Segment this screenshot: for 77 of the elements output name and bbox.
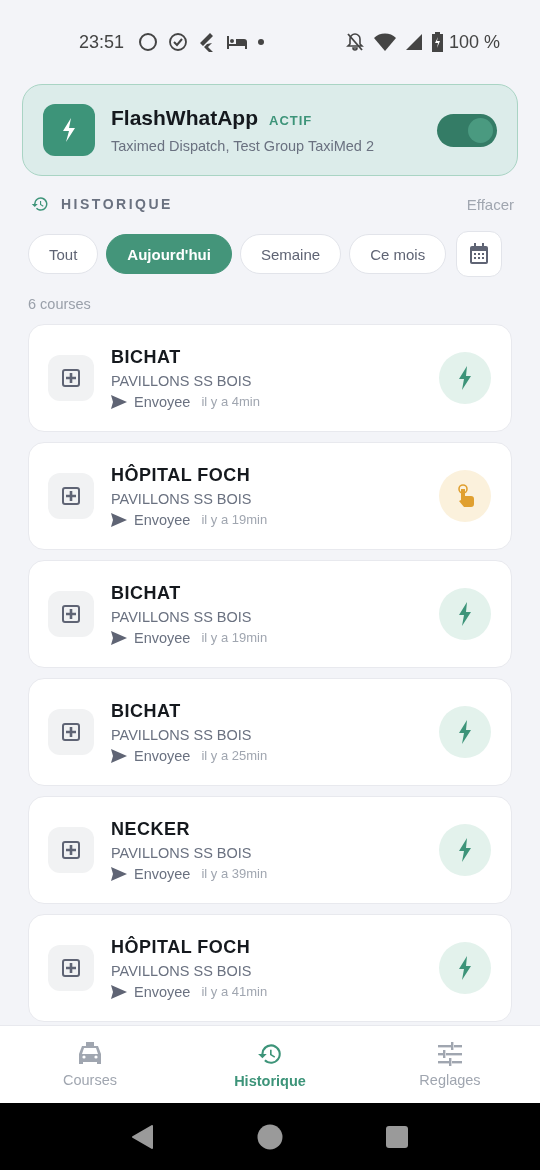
destination: HÔPITAL FOCH [111, 936, 252, 958]
hospital-icon [48, 709, 94, 755]
filter-chip[interactable]: Aujourd'hui [106, 234, 232, 274]
nav-tab[interactable]: Historique [180, 1026, 360, 1103]
check-circle-icon [168, 32, 189, 52]
hospital-icon [48, 827, 94, 873]
bolt-icon [439, 942, 491, 994]
ride-card[interactable]: BICHAT PAVILLONS SS BOIS Envoyee il y a 19min [28, 560, 512, 668]
section-title: HISTORIQUE [61, 196, 173, 212]
origin: PAVILLONS SS BOIS [111, 608, 253, 625]
destination: HÔPITAL FOCH [111, 464, 252, 486]
send-icon [111, 866, 127, 881]
battery-icon [431, 32, 443, 52]
group-list: Taximed Dispatch, Test Group TaxiMed 2 [111, 138, 421, 154]
bolt-icon [439, 588, 491, 640]
wifi-icon [373, 33, 396, 51]
filter-chip[interactable]: Tout [28, 234, 99, 274]
origin: PAVILLONS SS BOIS [111, 372, 253, 389]
ride-status: Envoyee [134, 865, 191, 882]
bed-icon [226, 34, 249, 50]
destination: BICHAT [111, 700, 182, 722]
bolt-icon [439, 352, 491, 404]
origin: PAVILLONS SS BOIS [111, 490, 253, 507]
ride-status: Envoyee [134, 629, 191, 646]
ride-card[interactable]: HÔPITAL FOCH PAVILLONS SS BOIS Envoyee il y a 41min [28, 914, 512, 1022]
ride-time: il y a 41min [201, 984, 268, 999]
dot-icon [258, 39, 265, 45]
ride-card[interactable]: NECKER PAVILLONS SS BOIS Envoyee il y a 39min [28, 796, 512, 904]
origin: PAVILLONS SS BOIS [111, 962, 253, 979]
send-icon [111, 630, 127, 645]
recents-icon[interactable] [386, 1125, 409, 1148]
home-icon[interactable] [257, 1123, 283, 1150]
history-icon [31, 195, 49, 213]
hospital-icon [48, 355, 94, 401]
tap-hand-icon [439, 470, 491, 522]
ride-status: Envoyee [134, 983, 191, 1000]
ride-card[interactable]: BICHAT PAVILLONS SS BOIS Envoyee il y a 4min [28, 324, 512, 432]
filter-chip[interactable]: Ce mois [349, 234, 447, 274]
calendar-button[interactable] [456, 231, 503, 277]
ride-time: il y a 25min [201, 748, 268, 763]
hospital-icon [48, 591, 94, 637]
calendar-icon [469, 243, 490, 265]
ride-time: il y a 19min [201, 630, 268, 645]
ride-time: il y a 39min [201, 866, 268, 881]
toggle-switch[interactable] [437, 113, 497, 147]
ride-count: 6 courses [27, 295, 92, 314]
settings-icon [437, 1041, 463, 1066]
clock: 23:51 [79, 31, 125, 53]
ride-card[interactable]: BICHAT PAVILLONS SS BOIS Envoyee il y a 25min [28, 678, 512, 786]
send-icon [111, 512, 127, 527]
signal-icon [405, 34, 422, 50]
destination: BICHAT [111, 582, 182, 604]
ride-status: Envoyee [134, 511, 191, 528]
battery-level: 100 % [448, 31, 500, 53]
back-icon[interactable] [131, 1124, 154, 1149]
filter-chip[interactable]: Semaine [239, 234, 342, 274]
hospital-icon [48, 473, 94, 519]
ride-time: il y a 19min [201, 512, 268, 527]
app-name: FlashWhatApp [111, 106, 258, 130]
muted-bell-icon [345, 32, 364, 52]
send-icon [111, 394, 127, 409]
send-icon [111, 748, 127, 763]
ride-status: Envoyee [134, 393, 191, 410]
origin: PAVILLONS SS BOIS [111, 726, 253, 743]
origin: PAVILLONS SS BOIS [111, 844, 253, 861]
hospital-icon [48, 945, 94, 991]
send-icon [111, 984, 127, 999]
bolt-icon [439, 706, 491, 758]
ride-status: Envoyee [134, 747, 191, 764]
destination: NECKER [111, 818, 191, 840]
status-label: ACTIF [269, 113, 313, 128]
bolt-icon [439, 824, 491, 876]
taxi-icon [77, 1041, 103, 1066]
app-icon [43, 104, 95, 156]
ride-card[interactable]: HÔPITAL FOCH PAVILLONS SS BOIS Envoyee il y a 19min [28, 442, 512, 550]
ride-time: il y a 4min [201, 394, 260, 409]
destination: BICHAT [111, 346, 182, 368]
